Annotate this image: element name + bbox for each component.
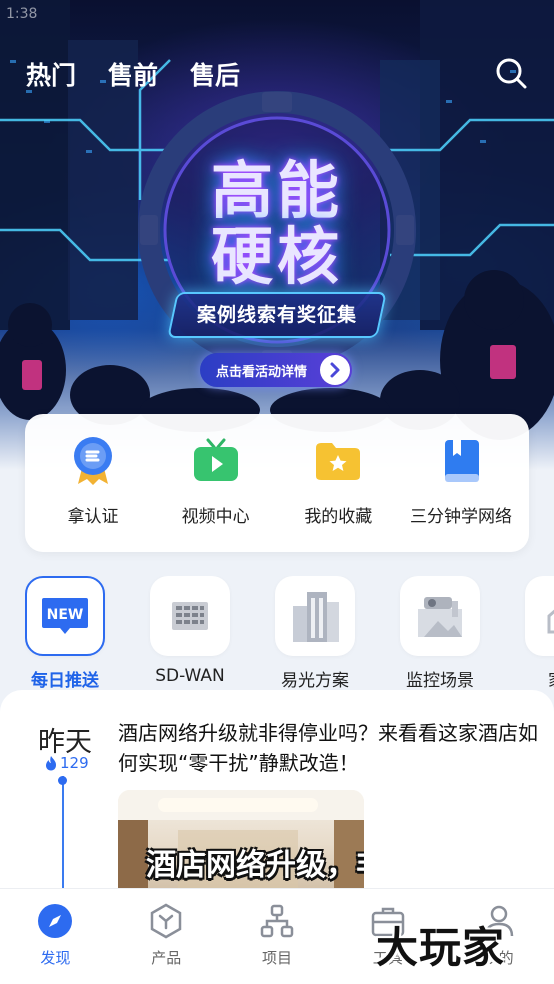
hero-banner[interactable]: 1:38 热门 售前 售后 高能 硬核 案例线索有奖征集 点击看活动详情 xyxy=(0,0,554,470)
camera-icon xyxy=(418,597,462,637)
nav-projects[interactable]: 项目 xyxy=(222,889,333,984)
top-tab-bar: 热门 售前 售后 xyxy=(26,56,240,92)
category-label: SD-WAN xyxy=(155,666,225,686)
timeline-line xyxy=(62,776,64,890)
category-scroller[interactable]: NEW 每日推送 SD-WAN 易光方案 监控场景 xyxy=(25,576,554,691)
category-surveillance[interactable]: 监控场景 xyxy=(400,576,480,691)
timeline-dot xyxy=(58,776,67,785)
tab-aftersale[interactable]: 售后 xyxy=(190,56,240,92)
category-optical-solution[interactable]: 易光方案 xyxy=(275,576,355,691)
nav-label: 项目 xyxy=(261,949,292,967)
org-chart-icon xyxy=(259,903,295,939)
quick-action-label: 视频中心 xyxy=(181,507,250,527)
category-icon-box: NEW xyxy=(25,576,105,656)
thumbnail-caption: 酒店网络升级，非得停业？ xyxy=(146,848,364,883)
category-label: 家居 xyxy=(548,666,554,691)
star-folder-icon xyxy=(313,436,363,486)
banner-subtitle: 案例线索有奖征集 xyxy=(196,304,357,326)
flame-icon xyxy=(46,756,56,771)
quick-action-certificate[interactable]: 拿认证 xyxy=(33,436,153,552)
chevron-right-icon xyxy=(320,355,350,385)
category-label: 易光方案 xyxy=(281,671,349,691)
quick-action-favorites[interactable]: 我的收藏 xyxy=(278,436,398,552)
banner-cta-label: 点击看活动详情 xyxy=(216,364,308,380)
tab-presale[interactable]: 售前 xyxy=(108,56,158,92)
banner-title-line2: 硬核 xyxy=(210,220,343,293)
category-label: 监控场景 xyxy=(406,671,474,691)
heat-value: 129 xyxy=(60,754,89,772)
banner-subtitle-plate: 案例线索有奖征集 xyxy=(167,292,387,338)
heat-count: 129 xyxy=(44,754,89,772)
new-badge-text: NEW xyxy=(47,607,84,623)
watermark-text: 大玩家 xyxy=(376,923,506,972)
quick-action-label: 三分钟学网络 xyxy=(409,507,512,527)
building-icon xyxy=(293,592,339,642)
daily-feed: 昨天 129 酒店网络升级就非得停业吗？来看看这家酒店如何实现“零干扰”静默改造… xyxy=(0,690,554,890)
nav-products[interactable]: 产品 xyxy=(111,889,222,984)
category-icon-box xyxy=(525,576,554,656)
hexagon-product-icon xyxy=(148,903,184,939)
category-daily-push[interactable]: NEW 每日推送 xyxy=(25,576,105,691)
quick-action-video-center[interactable]: 视频中心 xyxy=(156,436,276,552)
category-sd-wan[interactable]: SD-WAN xyxy=(150,576,230,686)
compass-icon xyxy=(37,903,73,939)
quick-action-label: 拿认证 xyxy=(67,507,119,527)
search-icon[interactable] xyxy=(494,56,528,90)
category-home[interactable]: 家居 xyxy=(525,576,554,691)
certificate-badge-icon xyxy=(68,436,118,486)
category-icon-box xyxy=(275,576,355,656)
new-badge-icon: NEW xyxy=(42,598,88,634)
quick-action-learn-network[interactable]: 三分钟学网络 xyxy=(401,436,521,552)
switch-device-icon xyxy=(172,602,208,630)
category-icon-box xyxy=(400,576,480,656)
status-bar-time: 1:38 xyxy=(6,6,38,22)
tv-play-icon xyxy=(191,436,241,486)
post-title[interactable]: 酒店网络升级就非得停业吗？来看看这家酒店如何实现“零干扰”静默改造！ xyxy=(118,718,538,778)
house-icon xyxy=(547,609,554,634)
nav-label: 产品 xyxy=(151,949,182,967)
post-thumbnail[interactable]: 酒店网络升级，非得停业？ xyxy=(118,790,364,890)
category-label: 每日推送 xyxy=(31,671,99,691)
nav-label: 发现 xyxy=(40,949,71,967)
quick-action-label: 我的收藏 xyxy=(304,507,373,527)
book-icon xyxy=(436,436,486,486)
banner-title-line1: 高能 xyxy=(210,154,343,227)
banner-title: 高能 硬核 xyxy=(0,158,554,290)
tab-hot[interactable]: 热门 xyxy=(26,56,76,92)
quick-actions-card: 拿认证 视频中心 我的收藏 三分钟学网络 xyxy=(25,414,529,552)
nav-discover[interactable]: 发现 xyxy=(0,889,111,984)
banner-cta-button[interactable]: 点击看活动详情 xyxy=(200,353,352,387)
category-icon-box xyxy=(150,576,230,656)
